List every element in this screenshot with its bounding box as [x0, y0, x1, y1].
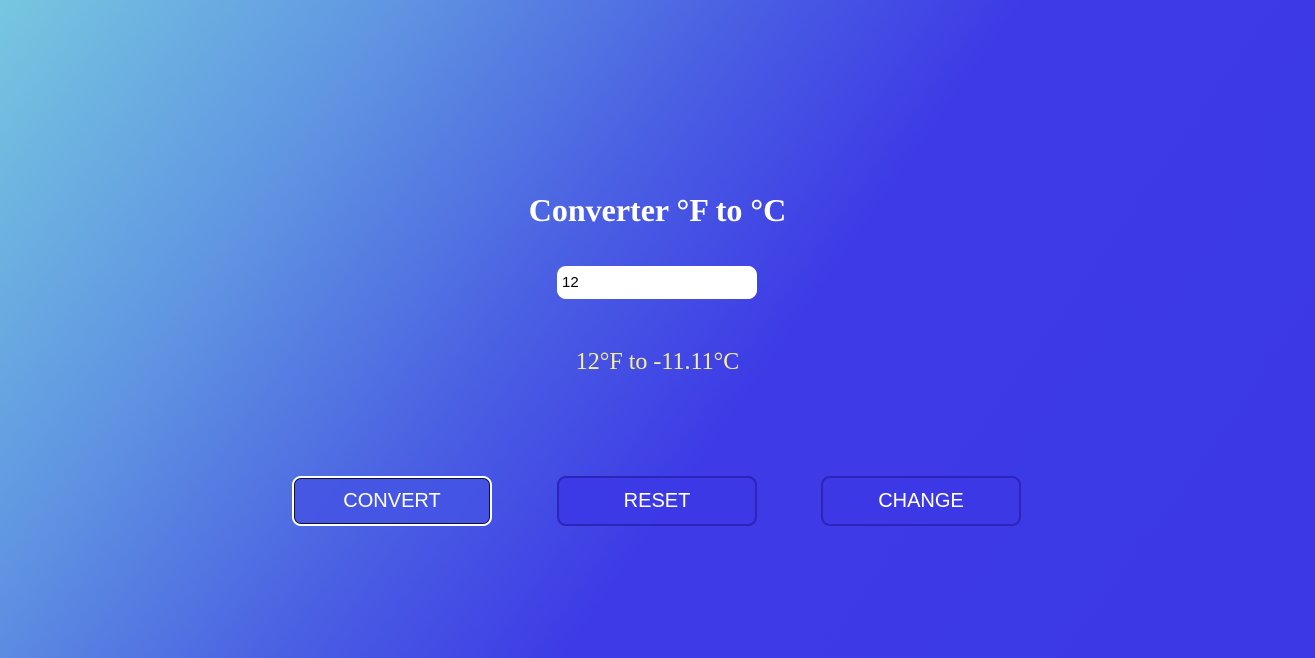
- change-button[interactable]: CHANGE: [821, 476, 1021, 526]
- convert-button[interactable]: CONVERT: [292, 476, 492, 526]
- fahrenheit-input[interactable]: [557, 266, 757, 299]
- page-title: Converter °F to °C: [528, 192, 787, 228]
- reset-button[interactable]: RESET: [557, 476, 757, 526]
- conversion-result: 12°F to -11.11°C: [575, 349, 740, 375]
